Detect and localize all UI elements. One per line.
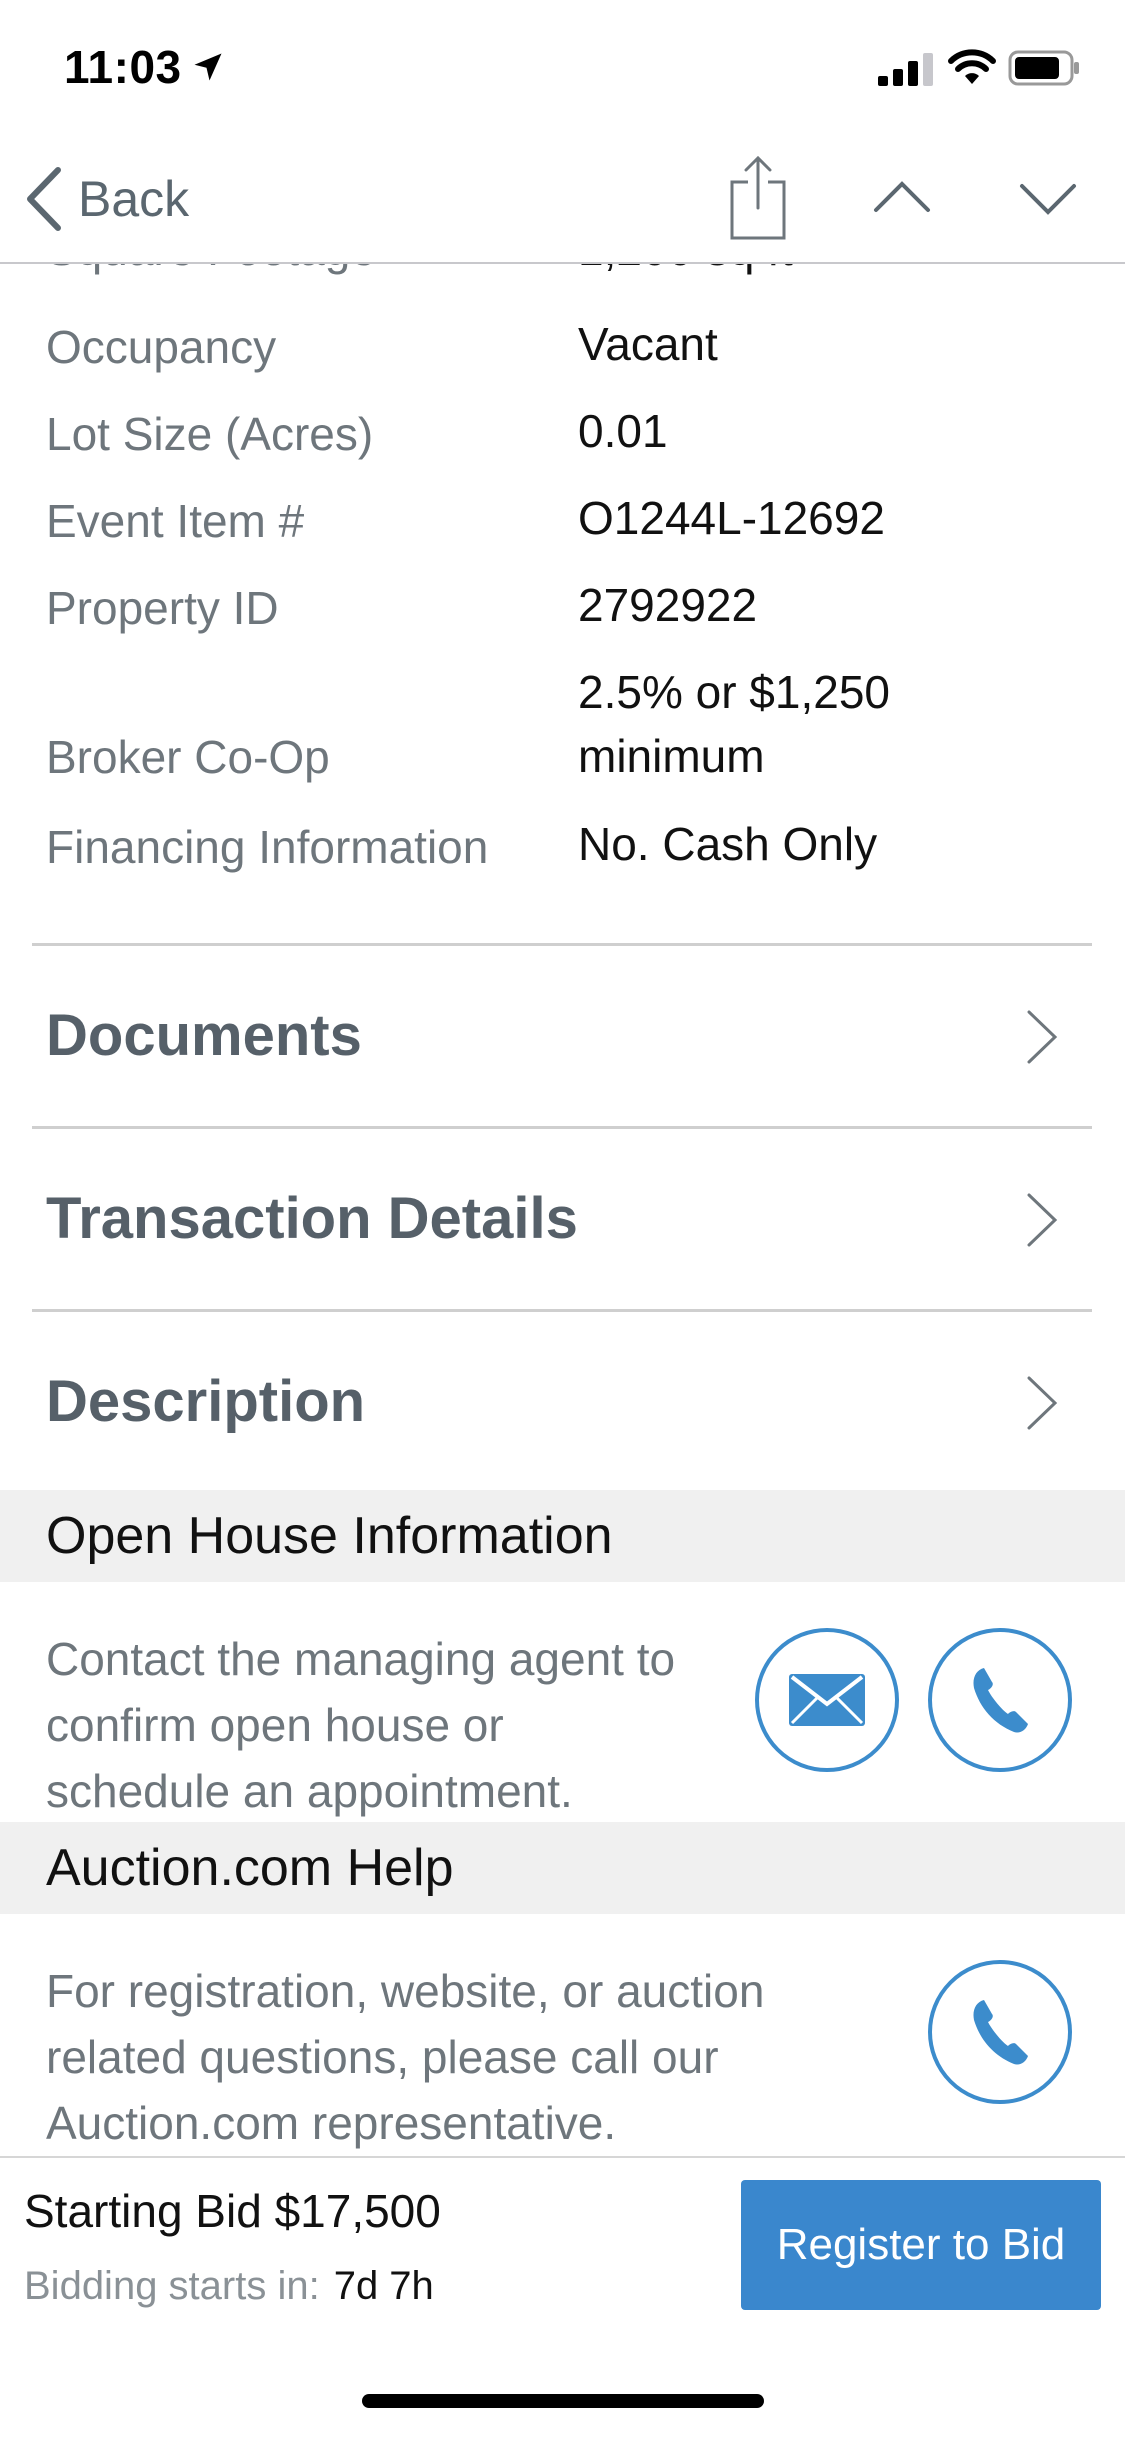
call-help-button[interactable]	[928, 1960, 1072, 2104]
open-house-text-line: Contact the managing agent to	[46, 1633, 676, 1685]
battery-icon	[1008, 50, 1079, 86]
status-time-text: 11:03	[64, 41, 182, 93]
detail-label: Financing Information	[46, 821, 489, 873]
section-title: Transaction Details	[46, 1186, 578, 1251]
help-text-line: related questions, please call our	[46, 2031, 719, 2083]
bidding-countdown: Bidding starts in: 7d 7h	[24, 2264, 434, 2309]
phone-icon	[973, 1668, 1028, 1733]
chevron-right-icon	[1027, 1010, 1058, 1064]
section-description[interactable]: Description	[0, 1312, 1125, 1490]
open-house-header: Open House Information	[0, 1490, 1125, 1582]
detail-label: Square Footage	[46, 262, 376, 276]
section-transaction-details[interactable]: Transaction Details	[0, 1129, 1125, 1309]
signal-icon	[878, 53, 933, 86]
starting-bid: Starting Bid $17,500	[24, 2185, 441, 2237]
section-title: Description	[46, 1369, 366, 1434]
register-to-bid-button[interactable]: Register to Bid	[741, 2180, 1101, 2310]
bidding-value: 7d 7h	[333, 2264, 434, 2308]
chevron-down-icon[interactable]	[1018, 180, 1078, 220]
back-button[interactable]: Back	[24, 166, 189, 232]
chevron-right-icon	[1027, 1376, 1058, 1430]
mail-icon	[789, 1674, 865, 1726]
detail-value: No. Cash Only	[578, 818, 878, 870]
help-text: For registration, website, or auction re…	[46, 1958, 764, 2156]
detail-label: Property ID	[46, 582, 279, 634]
details-content: Square Footage 1,200 sq ft Occupancy Vac…	[0, 262, 1125, 2156]
detail-value: O1244L-12692	[578, 492, 885, 544]
status-time: 11:03	[64, 40, 226, 94]
detail-label: Broker Co-Op	[46, 731, 330, 783]
detail-row-partial: Square Footage 1,200 sq ft	[46, 262, 1096, 292]
wifi-icon	[948, 49, 996, 84]
detail-label: Lot Size (Acres)	[46, 408, 374, 460]
open-house-text-line: confirm open house or	[46, 1699, 504, 1751]
detail-value: 0.01	[578, 405, 668, 457]
chevron-up-icon[interactable]	[872, 176, 932, 216]
email-agent-button[interactable]	[755, 1628, 899, 1772]
help-text-line: Auction.com representative.	[46, 2097, 617, 2149]
detail-value: 2792922	[578, 579, 758, 631]
detail-value: 2.5% or $1,250 minimum	[578, 666, 891, 782]
detail-label: Occupancy	[46, 321, 277, 373]
phone-icon	[973, 2000, 1028, 2065]
open-house-text-line: schedule an appointment.	[46, 1765, 573, 1817]
help-heading: Auction.com Help	[46, 1839, 454, 1897]
help-text-line: For registration, website, or auction	[46, 1965, 765, 2017]
chevron-right-icon	[1027, 1193, 1058, 1247]
bidding-label: Bidding starts in:	[24, 2264, 320, 2308]
section-title: Documents	[46, 1003, 362, 1068]
home-indicator[interactable]	[362, 2394, 764, 2408]
detail-value: 1,200 sq ft	[578, 262, 978, 276]
navigation-bar: Back	[0, 140, 1125, 264]
section-documents[interactable]: Documents	[0, 946, 1125, 1126]
open-house-text: Contact the managing agent to confirm op…	[46, 1626, 675, 1824]
detail-label: Event Item #	[46, 495, 305, 547]
back-label: Back	[78, 171, 190, 227]
help-header: Auction.com Help	[0, 1822, 1125, 1914]
share-icon[interactable]	[726, 154, 790, 242]
call-agent-button[interactable]	[928, 1628, 1072, 1772]
detail-value: Vacant	[578, 318, 718, 370]
back-chevron-icon	[27, 167, 61, 231]
open-house-heading: Open House Information	[46, 1507, 613, 1565]
location-arrow-icon	[194, 53, 222, 81]
